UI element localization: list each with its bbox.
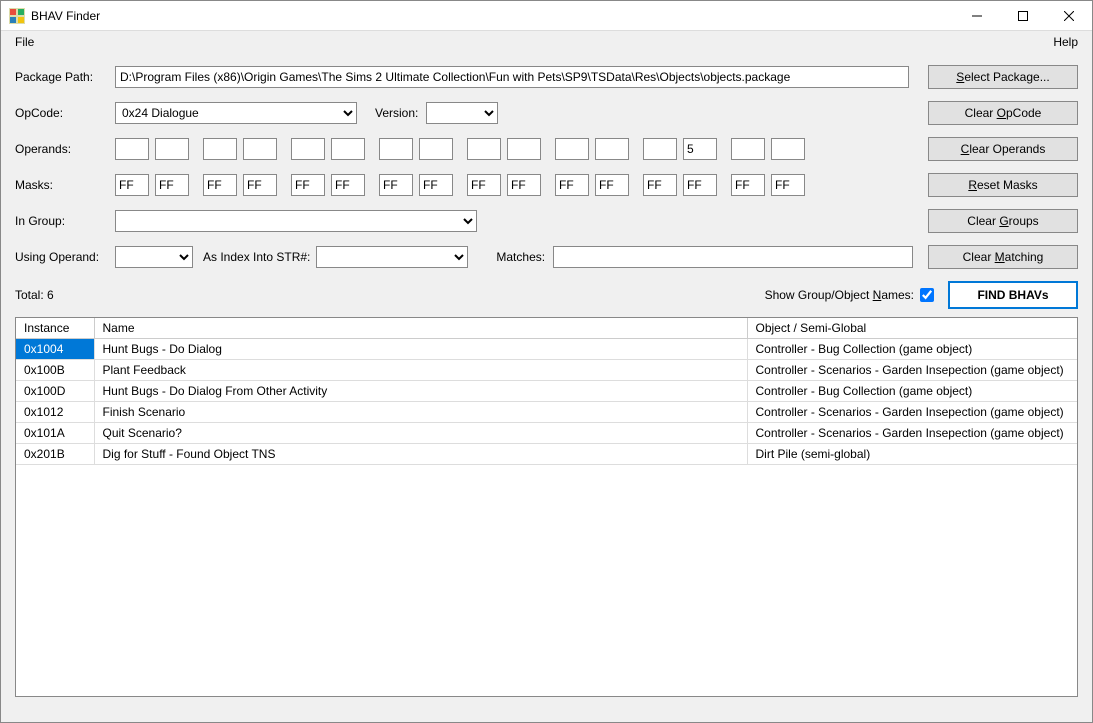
operand-input-9[interactable]	[507, 138, 541, 160]
table-row[interactable]: 0x1012Finish ScenarioController - Scenar…	[16, 402, 1077, 423]
cell-object[interactable]: Controller - Scenarios - Garden Insepect…	[747, 402, 1077, 423]
mask-input-4[interactable]	[291, 174, 325, 196]
mask-input-10[interactable]	[555, 174, 589, 196]
cell-object[interactable]: Controller - Bug Collection (game object…	[747, 339, 1077, 360]
cell-instance[interactable]: 0x201B	[16, 444, 94, 465]
clear-matching-button[interactable]: Clear Matching	[928, 245, 1078, 269]
cell-object[interactable]: Controller - Scenarios - Garden Insepect…	[747, 360, 1077, 381]
operand-input-0[interactable]	[115, 138, 149, 160]
cell-name[interactable]: Quit Scenario?	[94, 423, 747, 444]
operand-input-8[interactable]	[467, 138, 501, 160]
cell-instance[interactable]: 0x1004	[16, 339, 94, 360]
operand-input-1[interactable]	[155, 138, 189, 160]
menu-file[interactable]: File	[7, 33, 42, 51]
mask-input-15[interactable]	[771, 174, 805, 196]
operand-input-7[interactable]	[419, 138, 453, 160]
version-label: Version:	[375, 106, 418, 120]
using-operand-select[interactable]	[115, 246, 193, 268]
select-package-button[interactable]: Select Package...	[928, 65, 1078, 89]
version-select[interactable]	[426, 102, 498, 124]
package-path-input[interactable]	[115, 66, 909, 88]
minimize-button[interactable]	[954, 1, 1000, 31]
operand-input-13[interactable]	[683, 138, 717, 160]
show-names-label: Show Group/Object Names:	[765, 288, 914, 302]
masks-label: Masks:	[15, 178, 115, 192]
operand-input-6[interactable]	[379, 138, 413, 160]
operand-input-11[interactable]	[595, 138, 629, 160]
col-header-object[interactable]: Object / Semi-Global	[747, 318, 1077, 339]
opcode-label: OpCode:	[15, 106, 115, 120]
mask-input-0[interactable]	[115, 174, 149, 196]
matches-label: Matches:	[496, 250, 545, 264]
package-path-label: Package Path:	[15, 70, 115, 84]
operand-input-5[interactable]	[331, 138, 365, 160]
mask-input-9[interactable]	[507, 174, 541, 196]
mask-input-13[interactable]	[683, 174, 717, 196]
cell-name[interactable]: Plant Feedback	[94, 360, 747, 381]
cell-name[interactable]: Finish Scenario	[94, 402, 747, 423]
cell-name[interactable]: Hunt Bugs - Do Dialog From Other Activit…	[94, 381, 747, 402]
results-table: Instance Name Object / Semi-Global 0x100…	[16, 318, 1077, 465]
cell-instance[interactable]: 0x1012	[16, 402, 94, 423]
app-icon	[9, 8, 25, 24]
table-row[interactable]: 0x1004Hunt Bugs - Do DialogController - …	[16, 339, 1077, 360]
table-row[interactable]: 0x201BDig for Stuff - Found Object TNSDi…	[16, 444, 1077, 465]
menu-help[interactable]: Help	[1045, 33, 1086, 51]
mask-input-14[interactable]	[731, 174, 765, 196]
operand-input-2[interactable]	[203, 138, 237, 160]
mask-input-6[interactable]	[379, 174, 413, 196]
matches-input[interactable]	[553, 246, 913, 268]
table-row[interactable]: 0x100BPlant FeedbackController - Scenari…	[16, 360, 1077, 381]
menubar: File Help	[1, 31, 1092, 53]
cell-instance[interactable]: 0x100B	[16, 360, 94, 381]
mask-input-8[interactable]	[467, 174, 501, 196]
mask-input-2[interactable]	[203, 174, 237, 196]
show-names-checkbox[interactable]	[920, 288, 934, 302]
mask-input-12[interactable]	[643, 174, 677, 196]
opcode-select[interactable]: 0x24 Dialogue	[115, 102, 357, 124]
table-row[interactable]: 0x100DHunt Bugs - Do Dialog From Other A…	[16, 381, 1077, 402]
results-table-container: Instance Name Object / Semi-Global 0x100…	[15, 317, 1078, 697]
cell-instance[interactable]: 0x101A	[16, 423, 94, 444]
in-group-select[interactable]	[115, 210, 477, 232]
using-operand-label: Using Operand:	[15, 250, 115, 264]
operand-input-15[interactable]	[771, 138, 805, 160]
operand-input-4[interactable]	[291, 138, 325, 160]
table-row[interactable]: 0x101AQuit Scenario?Controller - Scenari…	[16, 423, 1077, 444]
window-title: BHAV Finder	[31, 9, 954, 23]
cell-name[interactable]: Hunt Bugs - Do Dialog	[94, 339, 747, 360]
operand-input-12[interactable]	[643, 138, 677, 160]
col-header-instance[interactable]: Instance	[16, 318, 94, 339]
masks-container	[115, 174, 805, 196]
maximize-button[interactable]	[1000, 1, 1046, 31]
clear-groups-button[interactable]: Clear Groups	[928, 209, 1078, 233]
as-index-label: As Index Into STR#:	[203, 250, 310, 264]
operands-label: Operands:	[15, 142, 115, 156]
clear-operands-button[interactable]: Clear Operands	[928, 137, 1078, 161]
mask-input-11[interactable]	[595, 174, 629, 196]
col-header-name[interactable]: Name	[94, 318, 747, 339]
mask-input-1[interactable]	[155, 174, 189, 196]
find-bhavs-button[interactable]: FIND BHAVs	[948, 281, 1078, 309]
close-button[interactable]	[1046, 1, 1092, 31]
mask-input-3[interactable]	[243, 174, 277, 196]
cell-instance[interactable]: 0x100D	[16, 381, 94, 402]
operand-input-10[interactable]	[555, 138, 589, 160]
cell-object[interactable]: Controller - Scenarios - Garden Insepect…	[747, 423, 1077, 444]
cell-object[interactable]: Dirt Pile (semi-global)	[747, 444, 1077, 465]
clear-opcode-button[interactable]: Clear OpCode	[928, 101, 1078, 125]
cell-object[interactable]: Controller - Bug Collection (game object…	[747, 381, 1077, 402]
as-index-select[interactable]	[316, 246, 468, 268]
total-label: Total: 6	[15, 288, 54, 302]
in-group-label: In Group:	[15, 214, 115, 228]
mask-input-5[interactable]	[331, 174, 365, 196]
titlebar: BHAV Finder	[1, 1, 1092, 31]
operands-container	[115, 138, 805, 160]
operand-input-3[interactable]	[243, 138, 277, 160]
operand-input-14[interactable]	[731, 138, 765, 160]
reset-masks-button[interactable]: Reset Masks	[928, 173, 1078, 197]
mask-input-7[interactable]	[419, 174, 453, 196]
cell-name[interactable]: Dig for Stuff - Found Object TNS	[94, 444, 747, 465]
